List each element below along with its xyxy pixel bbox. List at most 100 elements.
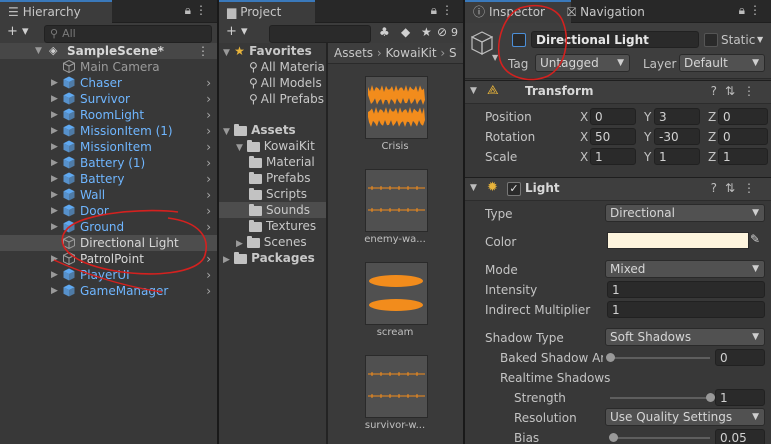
expand-arrow-icon[interactable]: ▼	[470, 86, 477, 96]
help-icon[interactable]: ?	[711, 84, 725, 98]
indirect-multiplier-field[interactable]: 1	[607, 301, 765, 318]
help-icon[interactable]: ?	[711, 181, 725, 195]
packages-header[interactable]: ▶ Packages	[223, 250, 315, 266]
intensity-field[interactable]: 1	[607, 281, 765, 298]
folder-item[interactable]: Textures	[219, 218, 326, 234]
position-z-field[interactable]: 0	[718, 108, 768, 125]
add-button[interactable]: + ▾	[226, 24, 248, 39]
tab-inspector[interactable]: ⓘ Inspector	[465, 0, 571, 24]
baked-shadow-slider-knob[interactable]	[606, 353, 615, 362]
collapse-arrow-icon[interactable]: ▶	[51, 187, 58, 203]
menu-dots-icon[interactable]: ⋮	[749, 3, 765, 17]
hierarchy-item[interactable]: ▶ Chaser ›	[0, 75, 217, 91]
tab-hierarchy[interactable]: ☰ Hierarchy	[0, 0, 112, 24]
chevron-right-icon[interactable]: ›	[206, 107, 211, 123]
favorite-item[interactable]: ⚲ All Models	[249, 75, 322, 91]
strength-field[interactable]: 1	[715, 389, 765, 406]
hierarchy-item[interactable]: ▶ Door ›	[0, 203, 217, 219]
menu-dots-icon[interactable]: ⋮	[743, 84, 763, 98]
chevron-right-icon[interactable]: ›	[206, 283, 211, 299]
light-header[interactable]: ▼ ✹ ✓ Light ?⇅⋮	[465, 177, 771, 201]
folder-item[interactable]: Sounds	[219, 202, 326, 218]
menu-dots-icon[interactable]: ⋮	[195, 3, 211, 17]
lock-icon[interactable]: 🔒︎	[185, 3, 195, 17]
hierarchy-item[interactable]: ▶ Wall ›	[0, 187, 217, 203]
scene-row[interactable]: ▼ ◈ SampleScene* ⋮	[0, 43, 217, 59]
hierarchy-item[interactable]: Main Camera	[0, 59, 217, 75]
static-toggle[interactable]	[704, 33, 718, 47]
hierarchy-item[interactable]: ▶ GameManager ›	[0, 283, 217, 299]
collapse-arrow-icon[interactable]: ▶	[236, 239, 243, 249]
filter-type-icon[interactable]: ♣	[379, 25, 390, 39]
menu-dots-icon[interactable]: ⋮	[743, 181, 763, 195]
hierarchy-item[interactable]: ▶ MissionItem (1) ›	[0, 123, 217, 139]
baked-shadow-field[interactable]: 0	[715, 349, 765, 366]
position-x-field[interactable]: 0	[590, 108, 636, 125]
expand-arrow-icon[interactable]: ▼	[35, 43, 42, 59]
chevron-right-icon[interactable]: ›	[206, 251, 211, 267]
collapse-arrow-icon[interactable]: ▶	[51, 251, 58, 267]
audio-clip-thumbnail[interactable]	[365, 355, 428, 418]
chevron-right-icon[interactable]: ›	[206, 203, 211, 219]
rotation-x-field[interactable]: 50	[590, 128, 636, 145]
hierarchy-item[interactable]: ▶ PatrolPoint ›	[0, 251, 217, 267]
light-enabled-checkbox[interactable]: ✓	[507, 182, 521, 196]
position-y-field[interactable]: 3	[654, 108, 700, 125]
hierarchy-item[interactable]: ▶ Battery (1) ›	[0, 155, 217, 171]
collapse-arrow-icon[interactable]: ▶	[51, 91, 58, 107]
mode-dropdown[interactable]: Mixed ▼	[605, 260, 765, 278]
bias-slider-knob[interactable]	[608, 433, 618, 442]
chevron-right-icon[interactable]: ›	[206, 219, 211, 235]
menu-dots-icon[interactable]: ⋮	[441, 3, 457, 17]
audio-clip-thumbnail[interactable]	[365, 262, 428, 325]
preset-icon[interactable]: ⇅	[725, 84, 743, 98]
active-toggle[interactable]	[512, 33, 526, 47]
chevron-right-icon[interactable]: ›	[206, 91, 211, 107]
rotation-y-field[interactable]: -30	[654, 128, 700, 145]
chevron-right-icon[interactable]: ›	[206, 267, 211, 283]
folder-item[interactable]: Material	[219, 154, 326, 170]
transform-header[interactable]: ▼ ⟁ Transform ?⇅⋮	[465, 80, 771, 104]
expand-arrow-icon[interactable]: ▼	[236, 143, 243, 153]
collapse-arrow-icon[interactable]: ▶	[51, 123, 58, 139]
scale-x-field[interactable]: 1	[590, 148, 636, 165]
collapse-arrow-icon[interactable]: ▶	[51, 267, 58, 283]
search-input[interactable]	[269, 25, 371, 43]
assets-header[interactable]: ▼ Assets	[223, 122, 296, 138]
search-input[interactable]: ⚲ All	[44, 25, 212, 43]
hierarchy-item[interactable]: ▶ Battery ›	[0, 171, 217, 187]
favorites-header[interactable]: ▼ ★ Favorites	[223, 43, 312, 59]
hierarchy-item[interactable]: ▶ Survivor ›	[0, 91, 217, 107]
preset-icon[interactable]: ⇅	[725, 181, 743, 195]
rotation-z-field[interactable]: 0	[718, 128, 768, 145]
collapse-arrow-icon[interactable]: ▶	[51, 155, 58, 171]
breadcrumb-item[interactable]: KowaiKit	[386, 46, 437, 60]
collapse-arrow-icon[interactable]: ▶	[51, 219, 58, 235]
collapse-arrow-icon[interactable]: ▶	[51, 139, 58, 155]
type-dropdown[interactable]: Directional ▼	[605, 204, 765, 222]
eyedropper-icon[interactable]: ✎	[750, 232, 760, 246]
favorite-item[interactable]: ⚲ All Materia	[249, 59, 325, 75]
chevron-right-icon[interactable]: ›	[206, 123, 211, 139]
folder-item[interactable]: Scripts	[219, 186, 326, 202]
favorite-item[interactable]: ⚲ All Prefabs	[249, 91, 324, 107]
scale-y-field[interactable]: 1	[654, 148, 700, 165]
lock-icon[interactable]: 🔒︎	[739, 3, 749, 17]
favorite-star-icon[interactable]: ★	[421, 25, 432, 39]
shadow-type-dropdown[interactable]: Soft Shadows ▼	[605, 328, 765, 346]
hierarchy-item[interactable]: ▶ RoomLight ›	[0, 107, 217, 123]
collapse-arrow-icon[interactable]: ▶	[51, 107, 58, 123]
scene-menu-icon[interactable]: ⋮	[197, 43, 209, 59]
audio-clip-thumbnail[interactable]	[365, 169, 428, 232]
expand-arrow-icon[interactable]: ▼	[223, 127, 230, 137]
scale-z-field[interactable]: 1	[718, 148, 768, 165]
collapse-arrow-icon[interactable]: ▶	[51, 75, 58, 91]
tab-navigation[interactable]: ⛝ Navigation	[559, 0, 653, 22]
baked-shadow-slider[interactable]	[610, 357, 710, 359]
scenes-folder[interactable]: ▶ Scenes	[236, 234, 307, 250]
static-caret[interactable]: ▼	[757, 35, 763, 44]
chevron-right-icon[interactable]: ›	[206, 75, 211, 91]
breadcrumb-item[interactable]: Assets	[334, 46, 373, 60]
strength-slider-knob[interactable]	[706, 393, 715, 402]
color-swatch[interactable]	[607, 232, 749, 249]
